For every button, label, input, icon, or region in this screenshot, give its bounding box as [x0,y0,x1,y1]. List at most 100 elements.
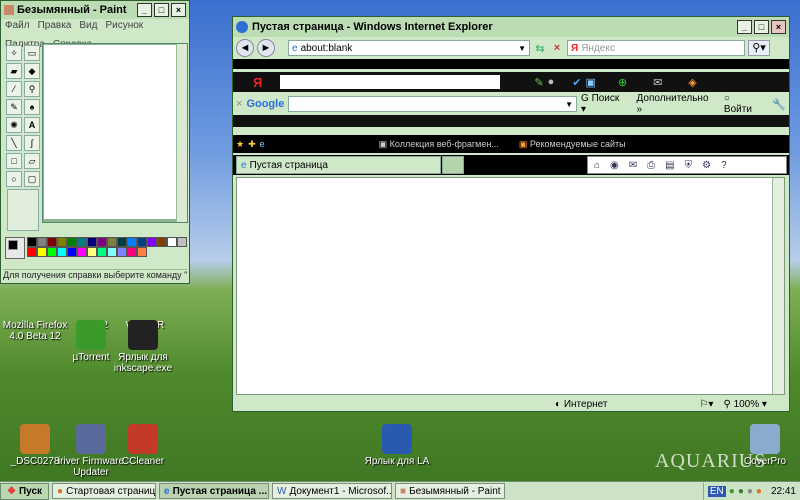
menu-item[interactable]: Рисунок [105,20,143,31]
color-swatch[interactable] [67,237,77,247]
text-tool[interactable]: A [24,117,40,133]
color-swatch[interactable] [127,247,137,257]
feeds-icon[interactable]: ◉ [610,160,619,171]
tool-options-box[interactable] [7,189,39,231]
menu-item[interactable]: Файл [5,20,30,31]
maximize-button[interactable]: □ [154,3,169,17]
color-picker-tool[interactable]: ⁄ [6,81,22,97]
status-icon[interactable]: ⊕ [618,76,627,89]
badge-icon[interactable]: ● [548,76,555,88]
page-icon[interactable]: e [260,139,265,149]
desktop-inkscape[interactable]: Ярлык для inkscape.exe [108,320,178,374]
current-colors[interactable] [5,237,25,259]
language-indicator[interactable]: EN [707,485,726,497]
menu-item[interactable]: Вид [79,20,97,31]
add-favorites-icon[interactable]: ✚ [248,139,256,150]
zoom-level[interactable]: ⚲ 100% ▾ [723,399,767,410]
check-icon[interactable]: ✔ [572,76,581,89]
search-icon[interactable]: ⚲▾ [748,40,770,56]
close-button[interactable]: × [171,3,186,17]
desktop-la-shortcut[interactable]: Ярлык для LA [362,424,432,467]
rounded-rect-tool[interactable]: ▢ [24,171,40,187]
color-swatch[interactable] [57,247,67,257]
yandex-logo-icon[interactable]: Я [253,75,262,90]
back-button[interactable]: ◄ [236,39,254,57]
favorites-star-icon[interactable]: ★ [236,139,244,150]
google-search-button[interactable]: G Поиск ▾ [581,93,627,115]
color-swatch[interactable] [27,247,37,257]
magnifier-tool[interactable]: ⚲ [24,81,40,97]
color-swatch[interactable] [117,237,127,247]
chevron-down-icon[interactable]: ▼ [518,44,526,53]
color-swatch[interactable] [127,237,137,247]
clock[interactable]: 22:41 [771,486,796,497]
task-start-page[interactable]: ●Стартовая страница... [52,483,157,499]
color-swatch[interactable] [27,237,37,247]
close-button[interactable]: × [771,20,786,34]
search-box[interactable]: Я Яндекс [567,40,745,56]
paint-canvas[interactable] [44,45,176,219]
protected-mode-icon[interactable]: ⚐▾ [699,399,713,410]
bookmark-icon[interactable]: ▣ [585,76,595,89]
vertical-scrollbar[interactable] [176,44,187,222]
color-swatch[interactable] [87,237,97,247]
web-slice-gallery-link[interactable]: ▣ Коллекция веб-фрагмен... [379,139,499,150]
rect-select-tool[interactable]: ▭ [24,45,40,61]
torrent-tray-icon[interactable]: ● [729,486,735,497]
refresh-icon[interactable]: ⇆ [533,42,547,55]
suggested-sites-link[interactable]: ▣ Рекомендуемые сайты [519,139,626,150]
network-tray-icon[interactable]: ● [747,486,753,497]
airbrush-tool[interactable]: ✺ [6,117,22,133]
color-swatch[interactable] [157,237,167,247]
tools-icon[interactable]: ⚙ [702,160,711,171]
color-swatch[interactable] [77,237,87,247]
maximize-button[interactable]: □ [754,20,769,34]
polygon-tool[interactable]: ▱ [24,153,40,169]
page-content[interactable] [236,177,785,395]
browser-tray-icon[interactable]: ● [756,486,762,497]
line-tool[interactable]: ╲ [6,135,22,151]
color-swatch[interactable] [107,237,117,247]
mail-icon[interactable]: ✉ [629,160,637,171]
color-swatch[interactable] [97,237,107,247]
cart-icon[interactable]: ◈ [688,76,696,89]
print-icon[interactable]: ⎙ [647,160,655,171]
new-tab-button[interactable] [442,156,464,174]
google-search-input[interactable]: ▼ [288,96,577,112]
color-swatch[interactable] [137,237,147,247]
color-swatch[interactable] [87,247,97,257]
menu-item[interactable]: Правка [38,20,72,31]
stop-icon[interactable]: × [550,42,564,54]
start-button[interactable]: ❖ Пуск [0,482,50,500]
ie-window[interactable]: Пустая страница - Windows Internet Explo… [232,16,790,412]
yandex-search-input[interactable] [280,75,501,89]
color-swatch[interactable] [67,247,77,257]
mail-icon[interactable]: ✉ [653,76,662,89]
page-menu-icon[interactable]: ▤ [665,160,674,171]
minimize-button[interactable]: _ [737,20,752,34]
ie-titlebar[interactable]: Пустая страница - Windows Internet Explo… [233,17,789,37]
color-swatch[interactable] [47,237,57,247]
color-swatch[interactable] [77,247,87,257]
brush-tool[interactable]: ♠ [24,99,40,115]
color-swatch[interactable] [37,247,47,257]
free-select-tool[interactable]: ✧ [6,45,22,61]
ellipse-tool[interactable]: ○ [6,171,22,187]
color-swatch[interactable] [47,247,57,257]
task-blank-page[interactable]: e Пустая страница ... [159,483,270,499]
desktop-ccleaner[interactable]: CCleaner [108,424,178,467]
color-swatch[interactable] [177,237,187,247]
eraser-tool[interactable]: ▰ [6,63,22,79]
color-swatch[interactable] [117,247,127,257]
fill-tool[interactable]: ◆ [24,63,40,79]
forward-button[interactable]: ► [257,39,275,57]
curve-tool[interactable]: ∫ [24,135,40,151]
color-swatch[interactable] [137,247,147,257]
task-document[interactable]: W Документ1 - Microsof... [272,483,393,499]
color-swatch[interactable] [147,237,157,247]
more-button[interactable]: Дополнительно » [637,93,716,115]
color-swatch[interactable] [97,247,107,257]
pen-icon[interactable]: ✎ [534,76,543,89]
color-swatch[interactable] [167,237,177,247]
wrench-icon[interactable]: 🔧 [772,98,786,111]
